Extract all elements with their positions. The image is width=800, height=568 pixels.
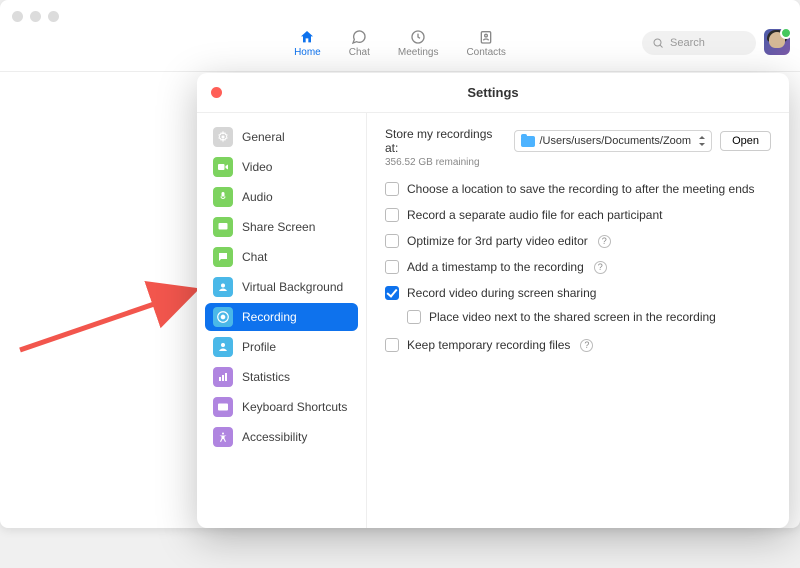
option-label: Choose a location to save the recording …: [407, 182, 755, 196]
recording-path-select[interactable]: /Users/users/Documents/Zoom: [514, 130, 712, 152]
sidebar-item-general[interactable]: General: [205, 123, 358, 151]
sidebar-item-chat[interactable]: Chat: [205, 243, 358, 271]
sidebar-label: Accessibility: [242, 430, 307, 444]
record-icon: [213, 307, 233, 327]
checkbox[interactable]: [385, 182, 399, 196]
option-label: Keep temporary recording files: [407, 338, 570, 352]
search-placeholder: Search: [670, 37, 705, 49]
sidebar-item-statistics[interactable]: Statistics: [205, 363, 358, 391]
sidebar-label: Keyboard Shortcuts: [242, 400, 347, 414]
sidebar-label: General: [242, 130, 285, 144]
store-recordings-label: Store my recordings at:: [385, 127, 506, 155]
top-nav: Home Chat Meetings Contacts: [0, 32, 800, 72]
sidebar-item-keyboard-shortcuts[interactable]: Keyboard Shortcuts: [205, 393, 358, 421]
checkbox[interactable]: [385, 338, 399, 352]
profile-icon: [213, 337, 233, 357]
nav-label: Contacts: [466, 47, 505, 58]
sidebar-label: Audio: [242, 190, 273, 204]
nav-meetings[interactable]: Meetings: [398, 28, 439, 58]
help-icon[interactable]: ?: [598, 235, 611, 248]
sidebar-item-recording[interactable]: Recording: [205, 303, 358, 331]
settings-content: Store my recordings at: /Users/users/Doc…: [367, 113, 789, 528]
help-icon[interactable]: ?: [580, 339, 593, 352]
share-screen-icon: [213, 217, 233, 237]
sidebar-item-video[interactable]: Video: [205, 153, 358, 181]
option-optimize-3rd-party[interactable]: Optimize for 3rd party video editor ?: [385, 234, 771, 248]
nav-home[interactable]: Home: [294, 28, 321, 58]
settings-header: Settings: [197, 73, 789, 113]
search-input[interactable]: Search: [642, 31, 756, 55]
option-place-video-next[interactable]: Place video next to the shared screen in…: [407, 310, 771, 324]
chat-icon: [213, 247, 233, 267]
settings-sidebar: General Video Audio Share Screen Chat Vi…: [197, 113, 367, 528]
accessibility-icon: [213, 427, 233, 447]
video-icon: [213, 157, 233, 177]
sidebar-item-profile[interactable]: Profile: [205, 333, 358, 361]
nav-chat[interactable]: Chat: [349, 28, 370, 58]
option-keep-temp-files[interactable]: Keep temporary recording files ?: [385, 338, 771, 352]
option-choose-location[interactable]: Choose a location to save the recording …: [385, 182, 771, 196]
sidebar-label: Share Screen: [242, 220, 315, 234]
gear-icon: [213, 127, 233, 147]
option-label: Add a timestamp to the recording: [407, 260, 584, 274]
checkbox[interactable]: [407, 310, 421, 324]
home-icon: [298, 28, 316, 46]
checkbox[interactable]: [385, 234, 399, 248]
contacts-icon: [477, 28, 495, 46]
search-icon: [652, 37, 664, 49]
option-label: Place video next to the shared screen in…: [429, 310, 716, 324]
nav-label: Home: [294, 47, 321, 58]
keyboard-icon: [213, 397, 233, 417]
traffic-minimize[interactable]: [30, 11, 41, 22]
checkbox[interactable]: [385, 208, 399, 222]
option-label: Optimize for 3rd party video editor: [407, 234, 588, 248]
settings-title: Settings: [467, 85, 518, 100]
folder-icon: [521, 136, 535, 147]
open-folder-button[interactable]: Open: [720, 131, 771, 151]
option-separate-audio[interactable]: Record a separate audio file for each pa…: [385, 208, 771, 222]
background-icon: [213, 277, 233, 297]
sidebar-item-virtual-background[interactable]: Virtual Background: [205, 273, 358, 301]
traffic-zoom[interactable]: [48, 11, 59, 22]
avatar[interactable]: [764, 29, 790, 55]
audio-icon: [213, 187, 233, 207]
chat-icon: [350, 28, 368, 46]
nav-label: Meetings: [398, 47, 439, 58]
sidebar-label: Recording: [242, 310, 297, 324]
settings-window: Settings General Video Audio Share Scree…: [197, 73, 789, 528]
traffic-close[interactable]: [12, 11, 23, 22]
sidebar-label: Virtual Background: [242, 280, 343, 294]
sidebar-label: Chat: [242, 250, 267, 264]
option-add-timestamp[interactable]: Add a timestamp to the recording ?: [385, 260, 771, 274]
checkbox[interactable]: [385, 286, 399, 300]
sidebar-label: Video: [242, 160, 272, 174]
nav-contacts[interactable]: Contacts: [466, 28, 505, 58]
sidebar-item-audio[interactable]: Audio: [205, 183, 358, 211]
sidebar-label: Statistics: [242, 370, 290, 384]
option-record-during-share[interactable]: Record video during screen sharing: [385, 286, 771, 300]
nav-label: Chat: [349, 47, 370, 58]
option-label: Record video during screen sharing: [407, 286, 596, 300]
sidebar-item-share-screen[interactable]: Share Screen: [205, 213, 358, 241]
checkbox[interactable]: [385, 260, 399, 274]
settings-close-button[interactable]: [211, 87, 222, 98]
clock-icon: [409, 28, 427, 46]
storage-remaining: 356.52 GB remaining: [385, 157, 771, 168]
sidebar-label: Profile: [242, 340, 276, 354]
recording-path: /Users/users/Documents/Zoom: [539, 135, 691, 147]
stats-icon: [213, 367, 233, 387]
option-label: Record a separate audio file for each pa…: [407, 208, 663, 222]
help-icon[interactable]: ?: [594, 261, 607, 274]
sidebar-item-accessibility[interactable]: Accessibility: [205, 423, 358, 451]
